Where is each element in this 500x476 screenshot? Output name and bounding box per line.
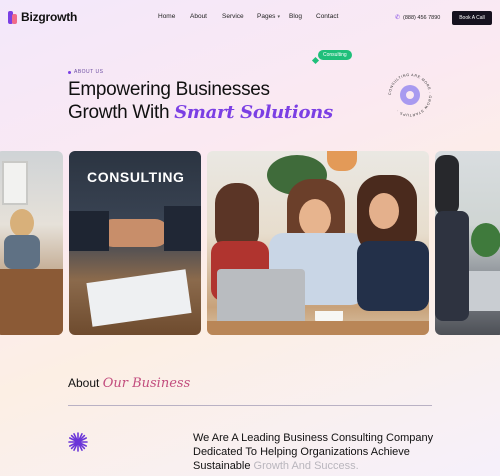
about-section-title: About Our Business — [68, 376, 190, 391]
main-nav: Home About Service Pages ▾ Blog Contact — [158, 13, 338, 20]
nav-item-contact[interactable]: Contact — [316, 13, 338, 20]
nav-item-service[interactable]: Service — [222, 13, 257, 20]
section-eyebrow: ABOUT US — [68, 69, 103, 75]
headline-accent: Smart Solutions — [174, 102, 333, 123]
about-lead-text: We Are A Leading Business Consulting Com… — [193, 431, 453, 473]
headline-line-2: Growth With — [68, 102, 175, 123]
nav-item-blog[interactable]: Blog — [289, 13, 316, 20]
about-title-plain: About — [68, 376, 103, 390]
book-a-call-button[interactable]: Book A Call — [452, 11, 492, 25]
chevron-down-icon: ▾ — [277, 14, 280, 20]
office-team-photo — [0, 151, 63, 335]
play-badge-icon — [400, 85, 420, 105]
header-phone[interactable]: ✆ (888) 456 7890 — [395, 14, 441, 22]
rotating-badge[interactable]: CONSULTING ARE MORE · GROW STARTUPS · — [385, 70, 435, 120]
nav-item-pages-label: Pages — [257, 13, 276, 20]
team-meeting-photo — [207, 151, 429, 335]
tag-pointer — [311, 56, 320, 65]
section-divider — [68, 405, 432, 406]
eyebrow-dot-icon — [68, 70, 71, 74]
handshake-photo: CONSULTING — [69, 151, 201, 335]
brand-logo[interactable]: Bizgrowth — [8, 10, 77, 24]
nav-item-pages[interactable]: Pages ▾ — [257, 13, 289, 20]
phone-icon: ✆ — [395, 15, 401, 21]
lead-text-muted: Growth And Success. — [253, 460, 359, 472]
about-title-accent: Our Business — [102, 376, 191, 391]
sparkle-star-icon — [68, 432, 88, 452]
headline-line-1: Empowering Businesses — [68, 79, 270, 100]
gallery-overlay-text: CONSULTING — [87, 169, 185, 185]
office-work-photo — [435, 151, 500, 335]
logo-mark-icon — [8, 10, 17, 24]
brand-name: Bizgrowth — [21, 10, 78, 24]
photo-gallery: CONSULTING — [0, 151, 500, 335]
eyebrow-label: ABOUT US — [74, 69, 104, 75]
nav-item-about[interactable]: About — [190, 13, 222, 20]
site-header: Bizgrowth Home About Service Pages ▾ Blog… — [0, 0, 500, 36]
hero-headline: Empowering Businesses Growth With Smart … — [68, 78, 333, 124]
nav-item-home[interactable]: Home — [158, 13, 190, 20]
phone-number: (888) 456 7890 — [403, 14, 441, 21]
consulting-tag: Consulting — [318, 50, 352, 60]
